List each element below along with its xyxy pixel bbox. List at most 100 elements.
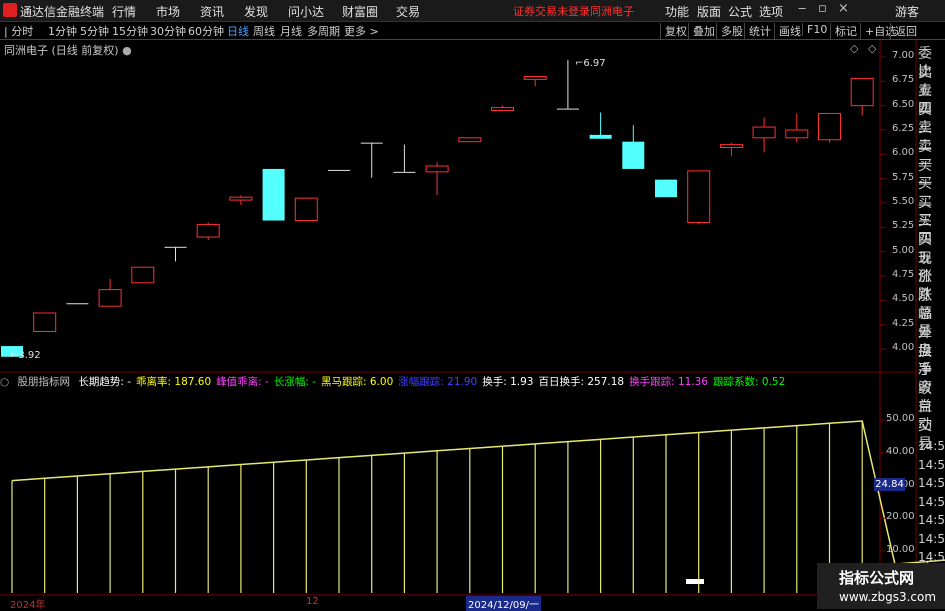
period-multi[interactable]: 多周期	[307, 23, 340, 39]
indicator-item: 百日换手: 257.18	[538, 376, 625, 388]
close-icon[interactable]: ×	[838, 1, 849, 16]
period-bar: | 分时 1分钟 5分钟 15分钟 30分钟 60分钟 日线 周线 月线 多周期…	[0, 22, 945, 40]
indicator-item: 换手: 1.93	[482, 376, 534, 388]
candle[interactable]	[360, 142, 383, 178]
candle-body	[752, 126, 776, 139]
candle[interactable]	[328, 169, 350, 171]
btn-overlay[interactable]: 叠加	[688, 23, 715, 39]
candle-body	[196, 223, 220, 238]
candle[interactable]	[719, 142, 743, 157]
btn-draw[interactable]: 画线	[774, 23, 801, 39]
indicator-item: 长涨幅: -	[273, 376, 316, 388]
indicator-signal-marker	[686, 579, 704, 584]
app-name: 通达信金融终端	[20, 5, 105, 19]
price-tick-label: 5.25	[892, 220, 915, 232]
candle[interactable]	[687, 170, 711, 225]
indicator-item: 峰值乖离: -	[216, 376, 269, 388]
period-tick[interactable]: | 分时	[4, 23, 33, 39]
candle-body	[785, 129, 809, 139]
candle-body	[66, 303, 89, 305]
candle[interactable]	[850, 77, 874, 116]
candle[interactable]	[98, 278, 122, 307]
candle[interactable]	[589, 112, 612, 139]
tool-function[interactable]: 功能	[665, 3, 689, 20]
candle-body	[850, 77, 874, 107]
btn-f10[interactable]: F10	[802, 23, 827, 36]
chevron-left-icon: |	[4, 25, 8, 38]
indicator-settings-icon[interactable]: ○	[0, 376, 9, 388]
candle-body	[393, 171, 416, 173]
menu-discover[interactable]: 发现	[244, 3, 268, 20]
menu-market[interactable]: 市场	[156, 3, 180, 20]
tool-options[interactable]: 选项	[759, 3, 783, 20]
candle[interactable]	[196, 222, 220, 240]
low-price-label: ←3.92	[10, 350, 41, 361]
candle[interactable]	[622, 125, 645, 169]
period-1min[interactable]: 1分钟	[48, 23, 77, 39]
price-tick-label: 5.50	[892, 196, 915, 207]
side-time: 14:56	[918, 476, 945, 490]
btn-multi-stock[interactable]: 多股	[716, 23, 743, 39]
restore-icon[interactable]: ▫	[818, 1, 827, 16]
menu-ask[interactable]: 问小达	[288, 3, 324, 20]
indicator-current-value: 24.84	[874, 478, 905, 491]
menu-wealth[interactable]: 财富圈	[342, 3, 378, 20]
candle-body	[491, 107, 514, 112]
period-weekly[interactable]: 周线	[253, 23, 275, 39]
guest-button[interactable]: 游客	[895, 3, 919, 20]
price-tick-label: 6.00	[892, 147, 915, 159]
candle[interactable]	[131, 266, 155, 284]
candle[interactable]	[164, 246, 187, 262]
period-5min[interactable]: 5分钟	[80, 23, 109, 39]
menu-news[interactable]: 资讯	[200, 3, 224, 20]
price-tick-label: 6.50	[892, 98, 915, 110]
candle[interactable]	[66, 303, 89, 305]
tool-layout[interactable]: 版面	[697, 3, 721, 20]
candle[interactable]	[458, 137, 482, 143]
minimize-icon[interactable]: ‒	[798, 1, 806, 16]
candle[interactable]	[262, 168, 285, 221]
tool-formula[interactable]: 公式	[728, 3, 752, 20]
candle[interactable]	[785, 113, 809, 143]
period-30min[interactable]: 30分钟	[150, 23, 186, 39]
menu-trade[interactable]: 交易	[396, 3, 420, 20]
period-monthly[interactable]: 月线	[280, 23, 302, 39]
indicator-trend-line	[11, 420, 945, 565]
menu-quotes[interactable]: 行情	[112, 3, 136, 20]
candle-body	[33, 312, 57, 332]
period-more[interactable]: 更多 >	[344, 23, 379, 39]
candle[interactable]	[294, 197, 318, 222]
candle-body	[164, 246, 187, 248]
candle[interactable]	[491, 105, 514, 112]
indicator-tick-label: 50.00	[886, 413, 915, 424]
watermark-url: www.zbgs3.com	[839, 590, 937, 604]
candle-body	[131, 266, 155, 284]
period-15min[interactable]: 15分钟	[112, 23, 148, 39]
candle[interactable]	[33, 312, 57, 332]
candle[interactable]	[655, 179, 677, 198]
app-logo-icon	[3, 3, 17, 17]
side-time: 14:56	[918, 531, 945, 546]
candle[interactable]	[752, 117, 776, 153]
candle-body	[98, 289, 122, 307]
candle[interactable]	[425, 162, 449, 196]
btn-stats[interactable]: 统计	[744, 23, 771, 39]
period-60min[interactable]: 60分钟	[188, 23, 224, 39]
indicator-name[interactable]: 股朋指标网	[18, 376, 71, 388]
indicator-item: 涨幅跟踪: 21.90	[398, 376, 478, 388]
price-tick-label: 4.75	[892, 269, 915, 280]
candle[interactable]	[818, 112, 841, 143]
btn-mark[interactable]: 标记	[830, 23, 857, 39]
candle[interactable]	[229, 195, 253, 205]
indicator-item: 跟踪系数: 0.52	[713, 376, 786, 388]
price-tick-label: 6.25	[892, 123, 915, 134]
price-tick-label: 4.50	[892, 293, 915, 305]
login-warning[interactable]: 证券交易未登录	[513, 3, 590, 19]
candle[interactable]	[393, 144, 416, 173]
candle[interactable]	[523, 75, 547, 87]
btn-back[interactable]: 返回	[890, 23, 917, 39]
chart-canvas[interactable]	[0, 40, 945, 609]
period-daily[interactable]: 日线	[227, 23, 249, 39]
btn-adjust[interactable]: 复权	[660, 23, 687, 39]
candle-body	[818, 112, 841, 141]
